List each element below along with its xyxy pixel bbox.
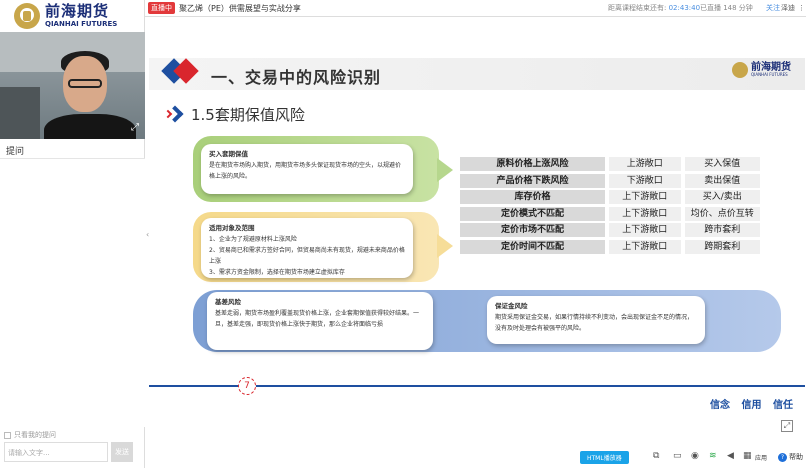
presentation-slide: 一、交易中的风险识别 前海期货 QIANHAI FUTURES 1.5套期保值风… [149, 40, 805, 412]
page-number: 7 [238, 377, 256, 395]
presenter-video[interactable]: ⤢ [0, 32, 145, 139]
only-mine-label: 只看我的提问 [14, 431, 56, 439]
risk-strategy: 买入/卖出 [684, 190, 760, 205]
left-panel: 前海期货 QIANHAI FUTURES ⤢ 提问 只看我的提问 请输入文字..… [0, 0, 145, 468]
countdown-time: 02:43:40 [668, 4, 701, 12]
brand-name-cn: 前海期货 [45, 2, 110, 20]
checkbox-icon[interactable] [4, 431, 11, 439]
slide-logo: 前海期货 QIANHAI FUTURES [732, 62, 791, 78]
played-duration: 已直播 148 分钟 [700, 4, 753, 12]
risk-name: 定价时间不匹配 [460, 239, 605, 254]
chevron-blue-icon [166, 105, 184, 123]
callout-heading: 保证金风险 [495, 302, 528, 310]
risk-table: 原料价格上涨风险 上游敞口 买入保值 产品价格下跌风险 下游敞口 卖出保值 库存… [460, 156, 760, 255]
screen-layout-icon[interactable]: ⧉ [653, 451, 659, 461]
user-name[interactable]: 泽迪 [781, 3, 795, 13]
callout-buy-hedge: 买入套期保值 是在期货市场购入期货，用期货市场多头保证现货市场的空头，以规避价格… [193, 136, 453, 202]
more-menu-icon[interactable]: ⋮ [798, 4, 805, 12]
callout-body: 基差走弱，期货市场盈利覆盖现货价格上涨，企业套期保值获得较好结果。一旦，基差走强… [215, 310, 420, 328]
risk-strategy: 跨期套利 [684, 239, 760, 254]
section-title: 一、交易中的风险识别 [211, 68, 382, 87]
top-bar: 直播中 聚乙烯（PE）供需展望与实战分享 距离课程结束还有: 02:43:40 … [145, 0, 806, 17]
risk-exposure: 上游敞口 [609, 157, 681, 172]
basis-risk-box: 基差风险 基差走弱，期货市场盈利覆盖现货价格上涨，企业套期保值获得较好结果。一旦… [207, 292, 433, 350]
risk-exposure: 上下游敞口 [609, 239, 681, 254]
expand-video-icon[interactable]: ⤢ [131, 122, 139, 133]
chat-icon[interactable]: ▭ [673, 451, 682, 461]
follow-button[interactable]: 关注 [766, 3, 780, 13]
apps-label[interactable]: 应用 [755, 453, 767, 462]
send-button[interactable]: 发送 [111, 442, 133, 462]
brand-name-en: QIANHAI FUTURES [45, 20, 118, 28]
slide-logo-icon [732, 62, 748, 78]
tab-ask-question[interactable]: 提问 [0, 139, 145, 159]
help-icon[interactable]: ? [778, 452, 787, 462]
course-title: 聚乙烯（PE）供需展望与实战分享 [179, 3, 301, 13]
risk-exposure: 上下游敞口 [609, 190, 681, 205]
callout-heading: 买入套期保值 [209, 150, 248, 158]
table-row: 定价模式不匹配 上下游敞口 均价、点价互转 [460, 206, 760, 223]
table-row: 原料价格上涨风险 上游敞口 买入保值 [460, 156, 760, 173]
help-button[interactable]: ? 帮助 [778, 452, 803, 462]
signal-icon[interactable]: ≋ [709, 451, 717, 461]
help-label[interactable]: 帮助 [789, 452, 803, 462]
risk-strategy: 均价、点价互转 [684, 206, 760, 221]
risk-strategy: 卖出保值 [684, 173, 760, 188]
html-player-button[interactable]: HTML播放器 [580, 451, 629, 464]
slide-subtitle: 1.5套期保值风险 [191, 106, 305, 124]
callout-heading: 基差风险 [215, 298, 241, 306]
live-badge: 直播中 [148, 2, 175, 14]
callout-heading: 适用对象及范围 [209, 224, 255, 232]
risk-name: 产品价格下跌风险 [460, 173, 605, 188]
countdown-label: 距离课程结束还有: [608, 4, 667, 12]
risk-name: 定价模式不匹配 [460, 206, 605, 221]
risk-name: 库存价格 [460, 190, 605, 205]
brand-logo: 前海期货 QIANHAI FUTURES [0, 0, 144, 32]
scope-line: 3、需求方资金限制，选择在期货市场建立虚拟库存 [209, 269, 345, 276]
callout-applicable-scope: 适用对象及范围 1、企业为了规避原材料上涨风险 2、贸易商已和需求方签好合同，但… [193, 212, 453, 282]
brand-logo-icon [14, 3, 40, 29]
countdown: 距离课程结束还有: 02:43:40 [608, 3, 700, 13]
risk-exposure: 上下游敞口 [609, 223, 681, 238]
volume-icon[interactable]: ◀ [727, 451, 734, 461]
risk-name: 原料价格上涨风险 [460, 157, 605, 172]
table-row: 定价市场不匹配 上下游敞口 跨市套利 [460, 222, 760, 239]
app-root: 前海期货 QIANHAI FUTURES ⤢ 提问 只看我的提问 请输入文字..… [0, 0, 806, 468]
scope-line: 2、贸易商已和需求方签好合同，但贸易商尚未有现货，规避未来商品价格上涨 [209, 247, 405, 265]
callout-body: 是在期货市场购入期货，用期货市场多头保证现货市场的空头，以规避价格上涨的风险。 [209, 162, 402, 180]
company-motto: 信念 信用 信任 [710, 400, 793, 411]
callout-body: 期货采用保证金交易，如果行情持续不利变动，会出现保证金不足的情况，没有及时处理会… [495, 314, 694, 332]
risk-name: 定价市场不匹配 [460, 223, 605, 238]
margin-risk-box: 保证金风险 期货采用保证金交易，如果行情持续不利变动，会出现保证金不足的情况，没… [487, 296, 705, 344]
bottom-bar: HTML播放器 ⧉ ▭ ◉ ≋ ◀ ▦ 应用 ? 帮助 [145, 448, 806, 468]
table-row: 定价时间不匹配 上下游敞口 跨期套利 [460, 239, 760, 256]
question-input[interactable]: 请输入文字... [4, 442, 108, 462]
fullscreen-icon[interactable]: ⤢ [781, 420, 793, 432]
risk-exposure: 下游敞口 [609, 173, 681, 188]
apps-icon[interactable]: ▦ [743, 451, 752, 461]
question-list [0, 159, 145, 427]
callout-risks: 基差风险 基差走弱，期货市场盈利覆盖现货价格上涨，企业套期保值获得较好结果。一旦… [193, 290, 781, 352]
table-row: 产品价格下跌风险 下游敞口 卖出保值 [460, 173, 760, 190]
table-row: 库存价格 上下游敞口 买入/卖出 [460, 189, 760, 206]
camera-icon[interactable]: ◉ [691, 451, 699, 461]
risk-strategy: 买入保值 [684, 157, 760, 172]
scope-line: 1、企业为了规避原材料上涨风险 [209, 236, 297, 243]
risk-exposure: 上下游敞口 [609, 206, 681, 221]
slide-logo-en: QIANHAI FUTURES [751, 72, 788, 77]
only-mine-checkbox[interactable]: 只看我的提问 [4, 430, 56, 440]
risk-strategy: 跨市套利 [684, 223, 760, 238]
